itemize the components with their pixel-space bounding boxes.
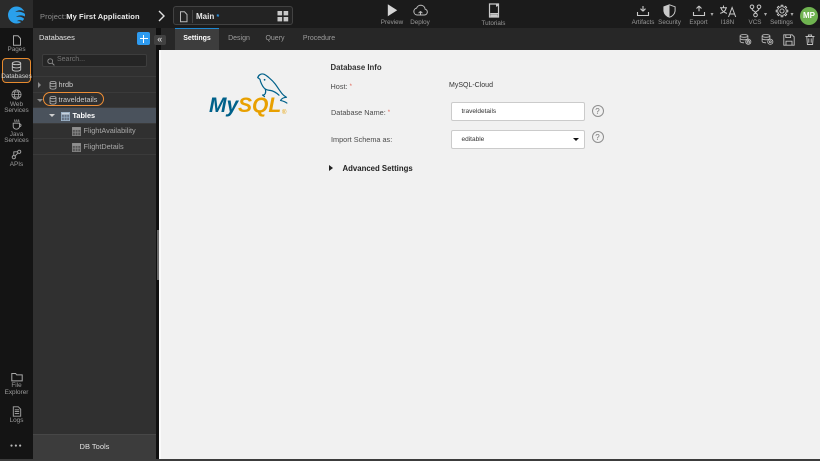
svg-text:®: ® <box>282 109 287 116</box>
svg-text:My: My <box>209 94 239 117</box>
svg-text:SQL: SQL <box>238 94 281 117</box>
